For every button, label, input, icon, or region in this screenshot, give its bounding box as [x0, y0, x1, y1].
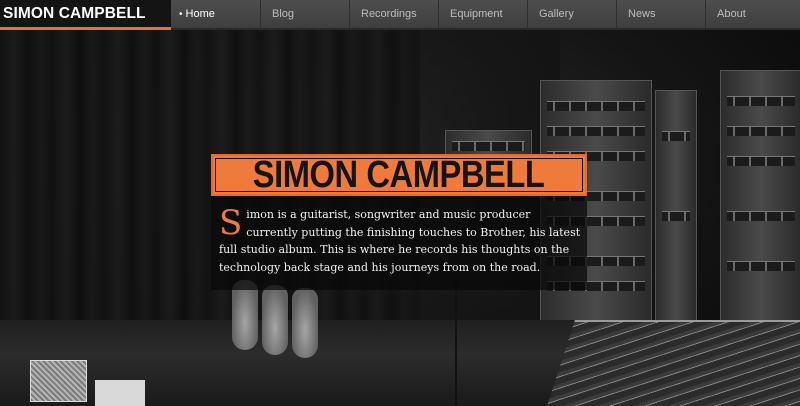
guitar: [262, 285, 288, 355]
drop-cap: S: [219, 203, 243, 243]
amplifier: [30, 360, 87, 402]
hero-title: SIMON CAMPBELL: [253, 154, 545, 196]
mixing-console: [545, 320, 800, 406]
main-nav: • Home Blog Recordings Equipment Gallery …: [171, 0, 800, 30]
hero-section: SIMON CAMPBELL S imon is a guitarist, so…: [211, 154, 587, 290]
nav-item-recordings[interactable]: Recordings: [349, 0, 438, 28]
nav-item-label: Home: [185, 8, 215, 20]
hero-title-banner: SIMON CAMPBELL: [211, 154, 587, 196]
nav-item-home[interactable]: • Home: [171, 0, 260, 28]
hero-intro-text: imon is a guitarist, songwriter and musi…: [219, 208, 581, 274]
mic-stand: [455, 280, 457, 406]
equipment-rack: [655, 90, 697, 332]
nav-item-gallery[interactable]: Gallery: [527, 0, 616, 28]
site-logo[interactable]: SIMON CAMPBELL: [0, 0, 171, 30]
nav-item-about[interactable]: About: [705, 0, 800, 28]
equipment-rack: [720, 70, 800, 342]
hero-intro: S imon is a guitarist, songwriter and mu…: [211, 196, 587, 290]
guitar: [292, 288, 318, 358]
nav-item-equipment[interactable]: Equipment: [438, 0, 527, 28]
active-bullet-icon: •: [179, 9, 183, 20]
stage-box: [95, 380, 145, 406]
top-navigation-bar: SIMON CAMPBELL • Home Blog Recordings Equ…: [0, 0, 800, 30]
guitar: [232, 280, 258, 350]
nav-item-blog[interactable]: Blog: [260, 0, 349, 28]
nav-item-news[interactable]: News: [616, 0, 705, 28]
